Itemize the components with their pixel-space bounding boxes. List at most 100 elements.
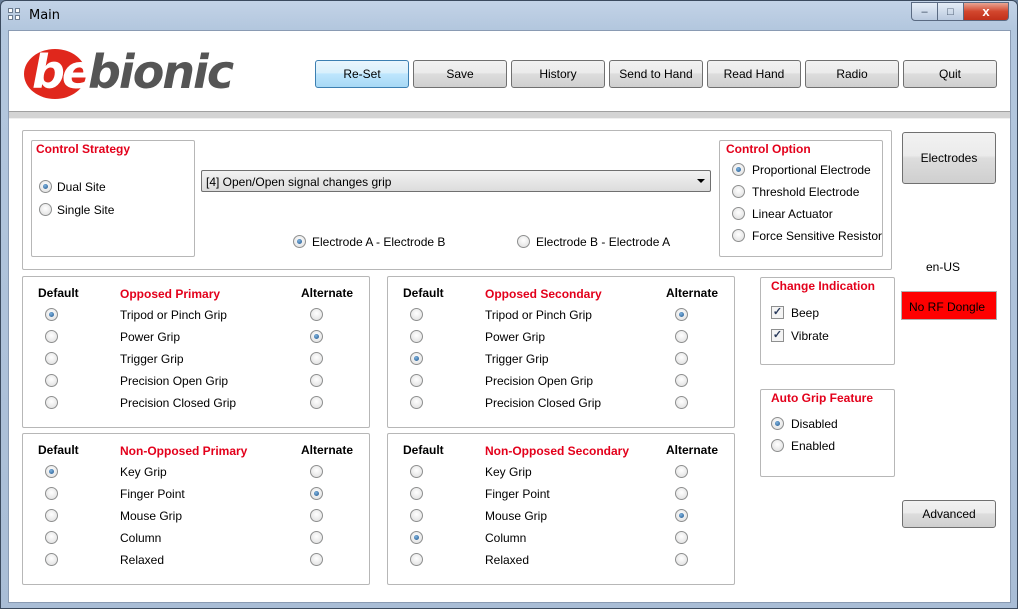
grip-label: Column bbox=[485, 531, 527, 545]
grip-label: Column bbox=[120, 531, 162, 545]
alternate-radio[interactable] bbox=[310, 465, 323, 478]
grip-label: Precision Closed Grip bbox=[120, 396, 237, 410]
default-radio[interactable] bbox=[410, 487, 423, 500]
send-to-hand-button[interactable]: Send to Hand bbox=[609, 60, 703, 88]
default-radio[interactable] bbox=[45, 352, 58, 365]
default-radio[interactable] bbox=[410, 330, 423, 343]
default-header: Default bbox=[403, 443, 444, 457]
save-button[interactable]: Save bbox=[413, 60, 507, 88]
default-radio[interactable] bbox=[410, 352, 423, 365]
auto-grip-disabled-radio[interactable] bbox=[771, 417, 784, 430]
default-header: Default bbox=[38, 286, 79, 300]
bebionic-logo: be bionic bbox=[24, 45, 234, 101]
alternate-radio[interactable] bbox=[675, 330, 688, 343]
logo-be: be bbox=[32, 45, 93, 99]
default-radio[interactable] bbox=[45, 330, 58, 343]
default-radio[interactable] bbox=[45, 396, 58, 409]
threshold-electrode-label: Threshold Electrode bbox=[752, 185, 860, 199]
auto-grip-enabled-radio[interactable] bbox=[771, 439, 784, 452]
title-bar[interactable]: Main ‒ □ x bbox=[1, 1, 1017, 29]
alternate-radio[interactable] bbox=[675, 396, 688, 409]
alternate-radio[interactable] bbox=[310, 352, 323, 365]
electrode-b-a-label: Electrode B - Electrode A bbox=[536, 235, 671, 249]
control-strategy-title: Control Strategy bbox=[34, 142, 133, 156]
alternate-radio[interactable] bbox=[310, 487, 323, 500]
alternate-radio[interactable] bbox=[675, 531, 688, 544]
dual-site-label: Dual Site bbox=[57, 180, 106, 194]
alternate-radio[interactable] bbox=[675, 352, 688, 365]
beep-checkbox[interactable]: ✓ bbox=[771, 306, 784, 319]
default-radio[interactable] bbox=[45, 308, 58, 321]
electrode-b-a-radio[interactable] bbox=[517, 235, 530, 248]
threshold-electrode-radio[interactable] bbox=[732, 185, 745, 198]
proportional-electrode-radio[interactable] bbox=[732, 163, 745, 176]
app-icon bbox=[8, 8, 22, 22]
default-radio[interactable] bbox=[410, 374, 423, 387]
grip-label: Finger Point bbox=[120, 487, 185, 501]
proportional-electrode-label: Proportional Electrode bbox=[752, 163, 871, 177]
alternate-radio[interactable] bbox=[310, 396, 323, 409]
default-radio[interactable] bbox=[45, 509, 58, 522]
default-radio[interactable] bbox=[410, 465, 423, 478]
alternate-radio[interactable] bbox=[675, 509, 688, 522]
non-opposed-secondary-group: Default Non-Opposed Secondary Alternate Key… bbox=[387, 433, 735, 585]
alternate-radio[interactable] bbox=[675, 308, 688, 321]
quit-button[interactable]: Quit bbox=[903, 60, 997, 88]
electrode-a-b-label: Electrode A - Electrode B bbox=[312, 235, 446, 249]
grip-label: Precision Closed Grip bbox=[485, 396, 602, 410]
grip-label: Tripod or Pinch Grip bbox=[120, 308, 227, 322]
non-opposed-primary-title: Non-Opposed Primary bbox=[120, 444, 248, 458]
radio-button[interactable]: Radio bbox=[805, 60, 899, 88]
default-radio[interactable] bbox=[45, 531, 58, 544]
close-button[interactable]: x bbox=[964, 2, 1009, 21]
grip-label: Power Grip bbox=[485, 330, 546, 344]
window-title: Main bbox=[29, 8, 61, 23]
alternate-radio[interactable] bbox=[675, 374, 688, 387]
force-sensitive-resistor-radio[interactable] bbox=[732, 229, 745, 242]
alternate-radio[interactable] bbox=[310, 553, 323, 566]
advanced-button[interactable]: Advanced bbox=[902, 500, 996, 528]
default-radio[interactable] bbox=[45, 374, 58, 387]
control-strategy-group: Control Strategy Dual Site Single Site bbox=[31, 140, 195, 257]
default-radio[interactable] bbox=[45, 487, 58, 500]
alternate-radio[interactable] bbox=[310, 308, 323, 321]
minimize-button[interactable]: ‒ bbox=[911, 2, 938, 21]
electrode-a-b-radio[interactable] bbox=[293, 235, 306, 248]
control-option-group: Control Option Proportional Electrode Th… bbox=[719, 140, 883, 257]
default-radio[interactable] bbox=[410, 509, 423, 522]
linear-actuator-radio[interactable] bbox=[732, 207, 745, 220]
grip-label: Mouse Grip bbox=[485, 509, 548, 523]
maximize-button[interactable]: □ bbox=[938, 2, 964, 21]
history-button[interactable]: History bbox=[511, 60, 605, 88]
opposed-secondary-title: Opposed Secondary bbox=[485, 287, 602, 301]
default-radio[interactable] bbox=[410, 531, 423, 544]
alternate-radio[interactable] bbox=[675, 487, 688, 500]
alternate-radio[interactable] bbox=[310, 531, 323, 544]
toolbar: Re-Set Save History Send to Hand Read Ha… bbox=[315, 60, 997, 88]
default-radio[interactable] bbox=[410, 396, 423, 409]
default-header: Default bbox=[38, 443, 79, 457]
alternate-radio[interactable] bbox=[310, 330, 323, 343]
header: be bionic Re-Set Save History Send to Ha… bbox=[9, 31, 1010, 111]
mode-dropdown[interactable]: [4] Open/Open signal changes grip bbox=[201, 170, 711, 192]
locale-label: en-US bbox=[926, 260, 961, 274]
alternate-radio[interactable] bbox=[675, 465, 688, 478]
default-radio[interactable] bbox=[410, 308, 423, 321]
alternate-radio[interactable] bbox=[310, 509, 323, 522]
reset-button[interactable]: Re-Set bbox=[315, 60, 409, 88]
alternate-radio[interactable] bbox=[675, 553, 688, 566]
alternate-radio[interactable] bbox=[310, 374, 323, 387]
change-indication-title: Change Indication bbox=[769, 279, 878, 293]
single-site-radio[interactable] bbox=[39, 203, 52, 216]
electrodes-button[interactable]: Electrodes bbox=[902, 132, 996, 184]
default-radio[interactable] bbox=[410, 553, 423, 566]
read-hand-button[interactable]: Read Hand bbox=[707, 60, 801, 88]
grip-label: Tripod or Pinch Grip bbox=[485, 308, 592, 322]
vibrate-checkbox[interactable]: ✓ bbox=[771, 329, 784, 342]
alternate-header: Alternate bbox=[301, 443, 354, 457]
default-header: Default bbox=[403, 286, 444, 300]
default-radio[interactable] bbox=[45, 465, 58, 478]
header-splitter[interactable] bbox=[9, 111, 1010, 119]
dual-site-radio[interactable] bbox=[39, 180, 52, 193]
default-radio[interactable] bbox=[45, 553, 58, 566]
